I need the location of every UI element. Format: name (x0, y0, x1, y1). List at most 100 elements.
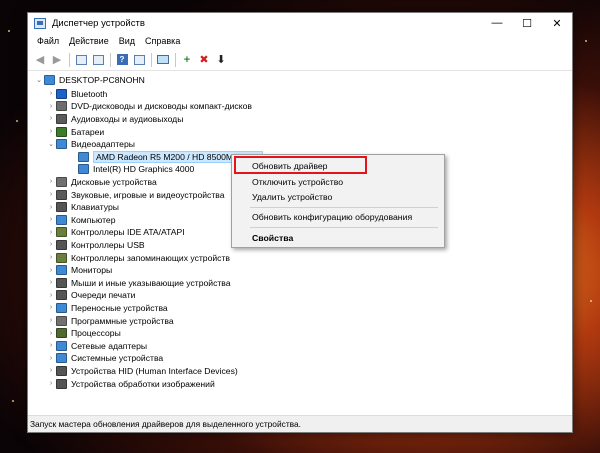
device-category[interactable]: › Мыши и иные указывающие устройства (46, 277, 231, 290)
chevron-down-icon[interactable]: ⌄ (34, 76, 44, 84)
chevron-right-icon[interactable]: › (46, 267, 56, 274)
device-category[interactable]: › Дисковые устройства (46, 176, 157, 189)
chevron-right-icon[interactable]: › (46, 342, 56, 349)
chevron-right-icon[interactable]: › (46, 367, 56, 374)
chevron-right-icon[interactable]: › (46, 115, 56, 122)
close-button[interactable]: ✕ (542, 13, 572, 33)
device-category[interactable]: › Контроллеры IDE ATA/ATAPI (46, 226, 185, 239)
device-label: DVD-дисководы и дисководы компакт-дисков (71, 101, 252, 112)
device-manager-icon (34, 17, 46, 29)
scan-hardware-button[interactable] (155, 52, 171, 68)
device-label: Процессоры (71, 328, 121, 339)
display-adapter-icon (78, 151, 89, 162)
chevron-right-icon[interactable]: › (46, 330, 56, 337)
uninstall-toolbar-button[interactable]: ✖ (196, 52, 212, 68)
chevron-right-icon[interactable]: › (46, 216, 56, 223)
device-label: Контроллеры IDE ATA/ATAPI (71, 227, 185, 238)
device-category[interactable]: › Звуковые, игровые и видеоустройства (46, 188, 225, 201)
device-category[interactable]: › Батареи (46, 125, 104, 138)
chevron-right-icon[interactable]: › (46, 317, 56, 324)
device-category[interactable]: › Очереди печати (46, 289, 135, 302)
storage-controller-icon (56, 252, 67, 263)
tree-root[interactable]: ⌄ DESKTOP-PC8NOHN (34, 74, 145, 87)
chevron-right-icon[interactable]: › (46, 241, 56, 248)
chevron-right-icon[interactable]: › (46, 292, 56, 299)
device-item[interactable]: Intel(R) HD Graphics 4000 (68, 163, 194, 176)
help-toolbar-button[interactable]: ? (114, 52, 130, 68)
device-category[interactable]: › Программные устройства (46, 314, 174, 327)
device-category[interactable]: › Переносные устройства (46, 302, 168, 315)
device-label: Очереди печати (71, 290, 136, 301)
device-category[interactable]: › Сетевые адаптеры (46, 340, 147, 353)
chevron-right-icon[interactable]: › (46, 229, 56, 236)
chevron-right-icon[interactable]: › (46, 128, 56, 135)
menu-scan-hardware[interactable]: Обновить конфигурацию оборудования (232, 210, 444, 224)
device-label: Видеоадаптеры (71, 139, 135, 150)
chevron-down-icon[interactable]: ⌄ (46, 140, 56, 148)
update-driver-toolbar-button[interactable]: + (179, 52, 195, 68)
forward-button[interactable]: ▶ (49, 52, 65, 68)
background-spark (590, 300, 592, 302)
menu-file[interactable]: Файл (32, 36, 64, 46)
device-label: Системные устройства (71, 353, 164, 364)
monitor-scan-icon (157, 55, 169, 64)
maximize-button[interactable]: ☐ (512, 13, 542, 33)
menu-action[interactable]: Действие (64, 36, 114, 46)
menu-disable-device[interactable]: Отключить устройство (232, 175, 444, 189)
background-spark (8, 30, 10, 32)
software-device-icon (56, 315, 67, 326)
device-category[interactable]: › Контроллеры запоминающих устройств (46, 251, 230, 264)
device-label: Устройства HID (Human Interface Devices) (71, 365, 238, 376)
computer-icon (56, 214, 67, 225)
menu-properties[interactable]: Свойства (232, 231, 444, 245)
device-category[interactable]: › Системные устройства (46, 352, 163, 365)
hid-icon (56, 365, 67, 376)
disable-toolbar-button[interactable]: ⬇ (213, 52, 229, 68)
chevron-right-icon[interactable]: › (46, 204, 56, 211)
menu-separator (250, 227, 438, 228)
properties-toolbar-button[interactable] (90, 52, 106, 68)
device-category[interactable]: › DVD-дисководы и дисководы компакт-диско… (46, 100, 252, 113)
device-category[interactable]: › Контроллеры USB (46, 239, 145, 252)
chevron-right-icon[interactable]: › (46, 254, 56, 261)
device-category[interactable]: › Аудиовходы и аудиовыходы (46, 113, 183, 126)
device-category[interactable]: ⌄ Видеоадаптеры (46, 138, 135, 151)
back-button[interactable]: ◀ (32, 52, 48, 68)
chevron-right-icon[interactable]: › (46, 178, 56, 185)
chevron-right-icon[interactable]: › (46, 304, 56, 311)
camera-icon (56, 378, 67, 389)
action-pane-button[interactable] (131, 52, 147, 68)
minimize-button[interactable]: — (482, 13, 512, 33)
menu-uninstall-device[interactable]: Удалить устройство (232, 190, 444, 204)
device-category[interactable]: › Компьютер (46, 214, 115, 227)
device-label: Аудиовходы и аудиовыходы (71, 113, 184, 124)
system-device-icon (56, 353, 67, 364)
toolbar: ◀ ▶ ? + ✖ ⬇ (28, 49, 572, 71)
disk-icon (56, 176, 67, 187)
menu-help[interactable]: Справка (140, 36, 185, 46)
device-category[interactable]: › Процессоры (46, 327, 121, 340)
device-label: Переносные устройства (71, 302, 168, 313)
device-category[interactable]: › Мониторы (46, 264, 112, 277)
console-tree-icon (75, 54, 87, 65)
title-bar: Диспетчер устройств — ☐ ✕ (28, 13, 572, 33)
printer-icon (56, 290, 67, 301)
chevron-right-icon[interactable]: › (46, 380, 56, 387)
device-category[interactable]: › Bluetooth (46, 88, 107, 101)
menu-view[interactable]: Вид (114, 36, 140, 46)
show-hide-console-tree-button[interactable] (73, 52, 89, 68)
speaker-icon (56, 113, 67, 124)
device-label: Мониторы (71, 265, 113, 276)
chevron-right-icon[interactable]: › (46, 191, 56, 198)
device-category[interactable]: › Устройства HID (Human Interface Devices… (46, 365, 238, 378)
background-spark (16, 120, 18, 122)
chevron-right-icon[interactable]: › (46, 279, 56, 286)
action-pane-icon (133, 54, 145, 65)
chevron-right-icon[interactable]: › (46, 90, 56, 97)
device-category[interactable]: › Устройства обработки изображений (46, 377, 215, 390)
device-label: Клавиатуры (71, 202, 119, 213)
chevron-right-icon[interactable]: › (46, 103, 56, 110)
device-category[interactable]: › Клавиатуры (46, 201, 119, 214)
chevron-right-icon[interactable]: › (46, 355, 56, 362)
device-label: Звуковые, игровые и видеоустройства (71, 189, 225, 200)
